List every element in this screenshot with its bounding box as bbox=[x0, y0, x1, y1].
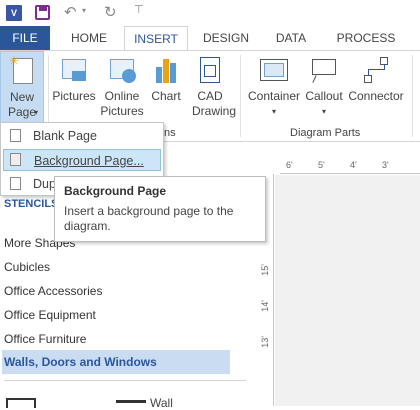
new-page-button[interactable]: ✳ New Page ▾ bbox=[0, 51, 44, 123]
chart-icon bbox=[150, 55, 182, 85]
stencil-office-furniture[interactable]: Office Furniture bbox=[4, 332, 86, 346]
callout-label: Callout bbox=[305, 89, 343, 103]
horizontal-ruler: 6' 5' 4' 3' bbox=[280, 156, 420, 174]
ruler-tick-label: 13' bbox=[260, 336, 270, 348]
container-dropdown-icon: ▾ bbox=[271, 107, 276, 116]
cad-drawing-label: CAD Drawing bbox=[192, 89, 237, 118]
stencil-walls-doors-windows-label: Walls, Doors and Windows bbox=[4, 355, 157, 369]
wall-shape-icon[interactable] bbox=[6, 398, 36, 408]
container-button[interactable]: Container ▾ bbox=[244, 55, 304, 119]
tab-insert[interactable]: INSERT bbox=[124, 26, 188, 51]
cad-drawing-icon bbox=[194, 55, 226, 85]
chart-label: Chart bbox=[151, 89, 181, 103]
undo-icon[interactable]: ↶ bbox=[64, 3, 77, 21]
tab-data[interactable]: DATA bbox=[266, 26, 316, 50]
ribbon-separator bbox=[240, 55, 241, 137]
wall-shape-icon[interactable] bbox=[116, 400, 146, 403]
stencil-walls-doors-windows[interactable]: Walls, Doors and Windows bbox=[2, 350, 230, 374]
stencils-header: STENCILS bbox=[4, 198, 59, 210]
cad-drawing-button[interactable]: CAD Drawing bbox=[186, 55, 237, 119]
online-pictures-icon bbox=[106, 55, 138, 85]
tooltip-title: Background Page bbox=[64, 184, 167, 198]
stencil-cubicles[interactable]: Cubicles bbox=[4, 260, 50, 274]
menu-item-label: Background Page... bbox=[34, 154, 144, 168]
shapes-divider bbox=[4, 380, 246, 381]
ruler-tick-label: 14' bbox=[260, 300, 270, 312]
visio-logo-icon: V bbox=[6, 5, 22, 21]
quick-access-toolbar: V ↶ ▾ ↻ ⊤ bbox=[0, 0, 420, 26]
ruler-tick-label: 6' bbox=[286, 160, 293, 170]
container-label: Container bbox=[247, 89, 301, 103]
customize-qat-icon[interactable]: ⊤ bbox=[134, 3, 144, 16]
tab-file[interactable]: FILE bbox=[0, 26, 50, 50]
container-icon bbox=[258, 55, 290, 85]
tooltip-description: Insert a background page to the diagram. bbox=[64, 204, 234, 233]
pictures-button[interactable]: Pictures bbox=[50, 55, 98, 104]
ruler-tick-label: 5' bbox=[318, 160, 325, 170]
ruler-tick-label: 4' bbox=[350, 160, 357, 170]
menu-item-blank-page[interactable]: Blank Page bbox=[3, 125, 161, 147]
connector-icon bbox=[360, 55, 392, 85]
wall-shape-label: Wall bbox=[150, 396, 173, 410]
connector-button[interactable]: Connector bbox=[346, 55, 406, 104]
ribbon-tab-bar: FILE HOME INSERT DESIGN DATA PROCESS bbox=[0, 26, 420, 51]
diagram-parts-group-label: Diagram Parts bbox=[290, 127, 361, 139]
chart-button[interactable]: Chart bbox=[146, 55, 186, 104]
callout-icon bbox=[308, 55, 340, 85]
pictures-icon bbox=[58, 55, 90, 85]
background-page-icon bbox=[10, 153, 21, 166]
stencil-office-equipment[interactable]: Office Equipment bbox=[4, 308, 96, 322]
online-pictures-button[interactable]: Online Pictures bbox=[98, 55, 146, 119]
callout-button[interactable]: Callout ▾ bbox=[302, 55, 346, 119]
stencil-office-accessories[interactable]: Office Accessories bbox=[4, 284, 102, 298]
undo-dropdown-icon[interactable]: ▾ bbox=[82, 6, 86, 15]
drawing-canvas[interactable] bbox=[275, 175, 420, 406]
tab-process[interactable]: PROCESS bbox=[330, 26, 402, 50]
callout-dropdown-icon: ▾ bbox=[321, 107, 326, 116]
connector-label: Connector bbox=[348, 89, 404, 103]
tab-design[interactable]: DESIGN bbox=[196, 26, 256, 50]
redo-icon[interactable]: ↻ bbox=[104, 3, 117, 21]
menu-item-background-page[interactable]: Background Page... bbox=[3, 149, 161, 171]
menu-item-label: Blank Page bbox=[33, 129, 97, 143]
blank-page-icon bbox=[10, 129, 21, 142]
ribbon-separator bbox=[412, 55, 413, 137]
new-page-dropdown-icon: ▾ bbox=[34, 108, 39, 117]
new-page-icon: ✳ bbox=[9, 54, 35, 86]
ruler-tick-label: 15' bbox=[260, 264, 270, 276]
pictures-label: Pictures bbox=[52, 89, 96, 103]
illustrations-group-label: ns bbox=[164, 127, 176, 139]
ruler-tick-label: 3' bbox=[382, 160, 389, 170]
new-page-label: New Page bbox=[7, 90, 37, 119]
duplicate-page-icon bbox=[10, 177, 21, 190]
online-pictures-label: Online Pictures bbox=[100, 89, 144, 118]
tab-home[interactable]: HOME bbox=[62, 26, 116, 50]
background-page-tooltip: Background Page Insert a background page… bbox=[54, 176, 266, 242]
save-icon[interactable] bbox=[35, 5, 50, 20]
menu-item-label: Dup bbox=[33, 177, 56, 191]
